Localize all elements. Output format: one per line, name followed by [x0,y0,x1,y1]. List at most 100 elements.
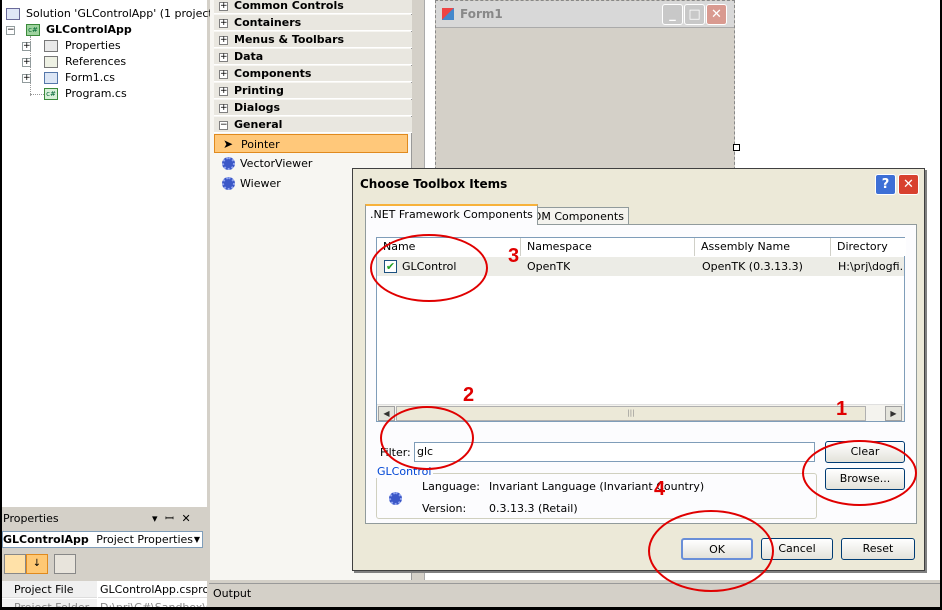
form-file-icon [44,72,58,84]
annotation-circle-1 [802,440,917,506]
column-header-assembly[interactable]: Assembly Name [695,238,831,256]
expand-icon[interactable]: + [219,19,228,28]
properties-pane: Properties ▾ ꟷ ✕ GLControlApp Project Pr… [2,507,207,607]
gear-icon [389,492,402,505]
tab-label: COM Components [525,210,624,223]
column-label: Assembly Name [701,240,790,253]
property-value[interactable]: D:\prj\C#\Sandbox\C [98,599,207,607]
close-icon[interactable]: ✕ [898,174,919,195]
tab-label: .NET Framework Components [370,208,533,221]
object-name: GLControlApp [3,533,89,546]
pointer-arrow-icon: ➤ [223,137,234,151]
expand-icon[interactable]: + [219,70,228,79]
toolbox-item-label: VectorViewer [240,157,313,170]
tree-item-label: Form1.cs [65,71,115,84]
object-selector[interactable]: GLControlApp Project Properties ▼ [2,531,203,548]
maximize-icon[interactable]: □ [684,4,705,25]
toolbox-category[interactable]: + Components [214,66,412,82]
column-label: Directory [837,240,888,253]
toolbox-category[interactable]: + Containers [214,15,412,31]
resize-handle[interactable] [733,144,740,151]
references-folder-icon [44,56,58,68]
toolbox-category[interactable]: + Menus & Toolbars [214,32,412,48]
scroll-thumb[interactable]: ||| [396,406,866,421]
form1-title-bar: Form1 _ □ ✕ [436,1,734,28]
toolbox-item-label: Wiewer [240,177,281,190]
expand-icon[interactable]: + [22,42,31,51]
collapse-icon[interactable]: − [6,26,15,35]
dialog-title: Choose Toolbox Items [360,177,508,191]
expand-icon[interactable]: + [219,2,228,11]
project-label: GLControlApp [46,23,132,36]
toolbox-category[interactable]: + Common Controls [214,0,412,14]
close-icon[interactable]: ✕ [706,4,727,25]
property-name: Project File [2,581,97,598]
minimize-icon[interactable]: _ [662,4,683,25]
expand-icon[interactable]: + [22,58,31,67]
categorized-icon[interactable] [4,554,26,574]
row-namespace: OpenTK [527,260,571,273]
property-name: Project Folder [2,599,97,607]
output-tab[interactable]: Output [209,583,940,607]
expand-icon[interactable]: + [219,87,228,96]
help-icon[interactable]: ? [875,174,896,195]
category-label: Containers [234,16,302,29]
toolbox-item-pointer[interactable]: ➤ Pointer [214,134,408,153]
form1-title: Form1 [460,7,503,21]
toolbox-category[interactable]: + Dialogs [214,100,412,116]
cancel-label: Cancel [778,542,816,555]
property-value[interactable]: GLControlApp.csproj [98,581,207,598]
gear-icon [222,177,235,190]
column-header-namespace[interactable]: Namespace [521,238,695,256]
collapse-icon[interactable]: − [219,121,228,130]
annotation-circle-4 [648,510,774,592]
solution-label: Solution 'GLControlApp' (1 project) [26,7,218,20]
form1-window[interactable]: Form1 _ □ ✕ [435,0,735,180]
toolbox-category[interactable]: + Data [214,49,412,65]
column-header-directory[interactable]: Directory [831,238,906,256]
row-directory: H:\prj\dogfi... [838,260,904,273]
toolbox-category[interactable]: + Printing [214,83,412,99]
row-assembly: OpenTK (0.3.13.3) [702,260,803,273]
chevron-down-icon[interactable]: ▼ [194,532,200,547]
properties-title: Properties [3,512,59,525]
object-type: Project Properties [96,533,194,546]
gear-icon [222,157,235,170]
category-label: General [234,118,283,131]
pin-close-icons[interactable]: ▾ ꟷ ✕ [152,510,193,527]
tab-net-framework[interactable]: .NET Framework Components [365,204,538,225]
toolbox-item-label: Pointer [241,138,280,151]
tree-item-label: Program.cs [65,87,127,100]
expand-icon[interactable]: + [219,53,228,62]
details-groupbox: GLControl Language: Invariant Language (… [375,465,817,519]
tree-line [30,94,44,95]
column-label: Namespace [527,240,592,253]
csharp-project-icon: c# [26,24,40,36]
category-label: Printing [234,84,284,97]
reset-button[interactable]: Reset [841,538,915,560]
category-label: Dialogs [234,101,281,114]
choose-toolbox-items-dialog: Choose Toolbox Items ? ✕ .NET Framework … [352,168,925,571]
annotation-number: 4 [654,478,666,500]
expand-icon[interactable]: + [219,104,228,113]
solution-icon [6,8,20,20]
tree-item-label: Properties [65,39,121,52]
scroll-right-icon[interactable]: ▶ [885,406,902,421]
annotation-circle-3 [370,234,488,302]
annotation-number: 1 [836,398,848,420]
ide-window: Solution 'GLControlApp' (1 project) − c#… [2,0,940,607]
toolbox-category-general[interactable]: − General [214,117,412,133]
category-label: Data [234,50,264,63]
property-pages-icon[interactable] [54,554,76,574]
version-value: 0.3.13.3 (Retail) [489,502,578,515]
version-label: Version: [422,502,467,515]
expand-icon[interactable]: + [219,36,228,45]
property-grid: Project File GLControlApp.csproj Project… [2,581,207,607]
alphabetical-icon[interactable]: ↓ [26,554,48,574]
filter-input[interactable]: glc [414,442,815,462]
category-label: Menus & Toolbars [234,33,345,46]
reset-label: Reset [862,542,894,555]
expand-icon[interactable]: + [22,74,31,83]
properties-title-bar: Properties ▾ ꟷ ✕ [2,510,207,527]
properties-folder-icon [44,40,58,52]
